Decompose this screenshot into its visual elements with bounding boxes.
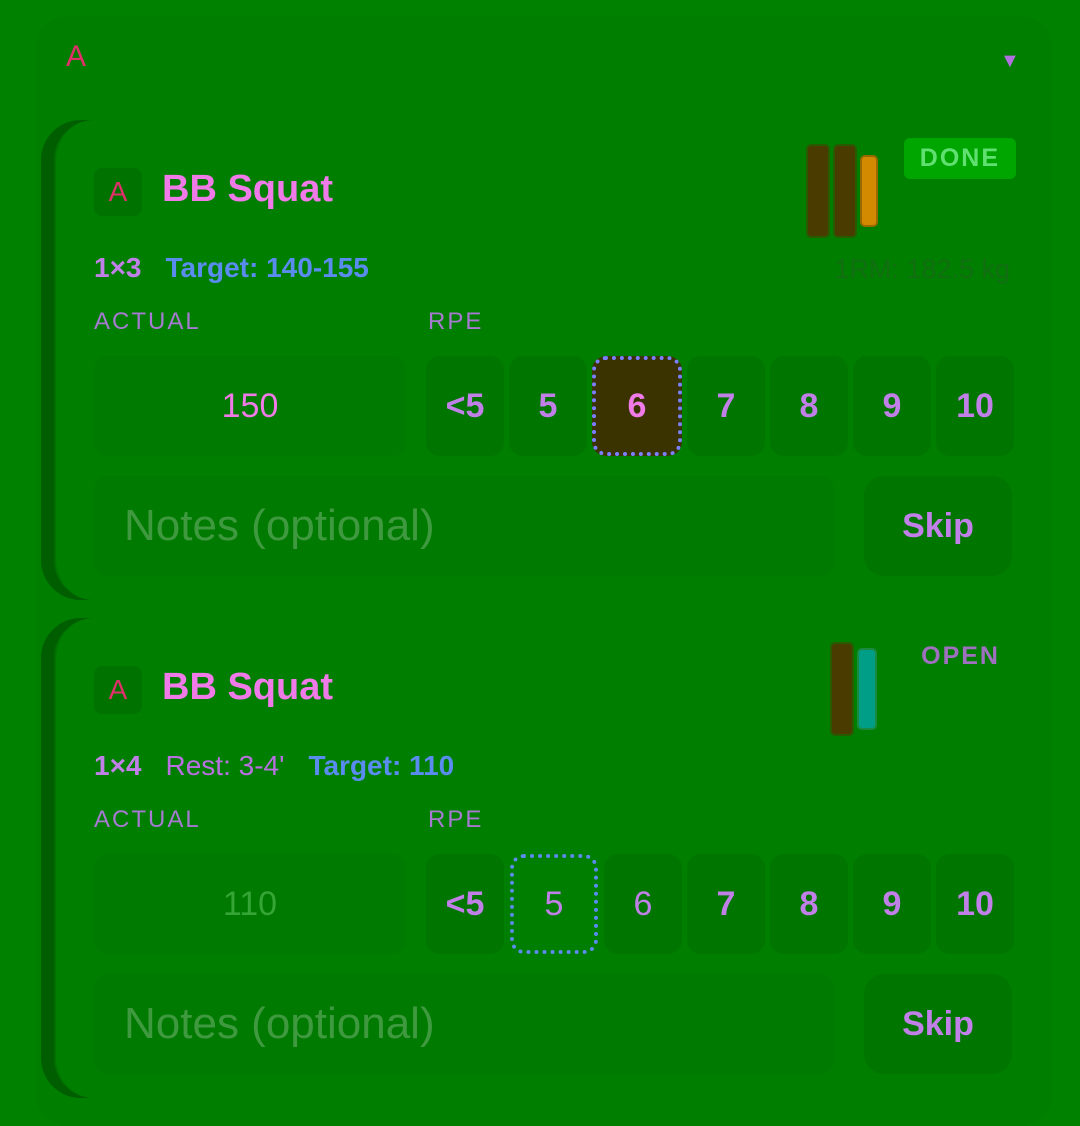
rpe-option[interactable]: 8: [770, 356, 848, 456]
actual-label: ACTUAL: [94, 806, 201, 833]
rpe-selector: <5 5 6 7 8 9 10: [426, 356, 1014, 456]
rpe-label: RPE: [428, 806, 484, 833]
rpe-option[interactable]: 8: [770, 854, 848, 954]
actual-weight-input[interactable]: 110: [94, 854, 406, 954]
card-body: A BB Squat DONE 1×3 Target: 140-155 1RM:…: [54, 120, 1030, 600]
rpe-option-focused[interactable]: 5: [510, 854, 598, 954]
exercise-card-1: A BB Squat DONE 1×3 Target: 140-155 1RM:…: [54, 120, 1030, 600]
skip-button[interactable]: Skip: [864, 974, 1012, 1074]
plate-icon: [830, 642, 854, 736]
exercise-name[interactable]: BB Squat: [162, 168, 333, 211]
rpe-option[interactable]: 6: [604, 854, 682, 954]
rpe-option[interactable]: 7: [687, 854, 765, 954]
plate-icon: [806, 144, 830, 238]
card-body: A BB Squat OPEN 1×4 Rest: 3-4' Target: 1…: [54, 618, 1030, 1098]
notes-input[interactable]: Notes (optional): [94, 974, 834, 1074]
plate-loader-icon: [806, 144, 878, 238]
rpe-option[interactable]: 10: [936, 356, 1014, 456]
set-meta: 1×3 Target: 140-155: [94, 252, 369, 284]
actual-weight-input[interactable]: 150: [94, 356, 406, 456]
status-badge: DONE: [903, 138, 1016, 179]
rest-interval: Rest: 3-4': [165, 750, 285, 781]
set-meta: 1×4 Rest: 3-4' Target: 110: [94, 750, 454, 782]
rpe-option-selected[interactable]: 6: [592, 356, 682, 456]
collapse-toggle-icon[interactable]: ▼: [1000, 50, 1020, 73]
rpe-option[interactable]: 10: [936, 854, 1014, 954]
exercise-card-2: A BB Squat OPEN 1×4 Rest: 3-4' Target: 1…: [54, 618, 1030, 1098]
rpe-selector: <5 5 6 7 8 9 10: [426, 854, 1014, 954]
set-scheme: 1×3: [94, 252, 142, 283]
one-rm-value: 1RM: 182.5 kg: [834, 254, 1010, 284]
rpe-option[interactable]: 7: [687, 356, 765, 456]
status-badge: OPEN: [921, 642, 1000, 670]
superset-chip: A: [94, 168, 142, 216]
notes-input[interactable]: Notes (optional): [94, 476, 834, 576]
actual-label: ACTUAL: [94, 308, 201, 335]
plate-icon: [857, 648, 877, 730]
rpe-option[interactable]: <5: [426, 356, 504, 456]
target-weight: Target: 110: [308, 750, 455, 781]
group-letter: A: [66, 40, 87, 73]
skip-button[interactable]: Skip: [864, 476, 1012, 576]
target-range: Target: 140-155: [165, 252, 369, 283]
rpe-option[interactable]: 9: [853, 356, 931, 456]
set-scheme: 1×4: [94, 750, 142, 781]
exercise-name[interactable]: BB Squat: [162, 666, 333, 709]
superset-chip: A: [94, 666, 142, 714]
rpe-label: RPE: [428, 308, 484, 335]
plate-icon: [860, 155, 878, 227]
rpe-option[interactable]: <5: [426, 854, 504, 954]
plate-icon: [833, 144, 857, 238]
rpe-option[interactable]: 9: [853, 854, 931, 954]
plate-loader-icon: [830, 642, 877, 736]
rpe-option[interactable]: 5: [509, 356, 587, 456]
